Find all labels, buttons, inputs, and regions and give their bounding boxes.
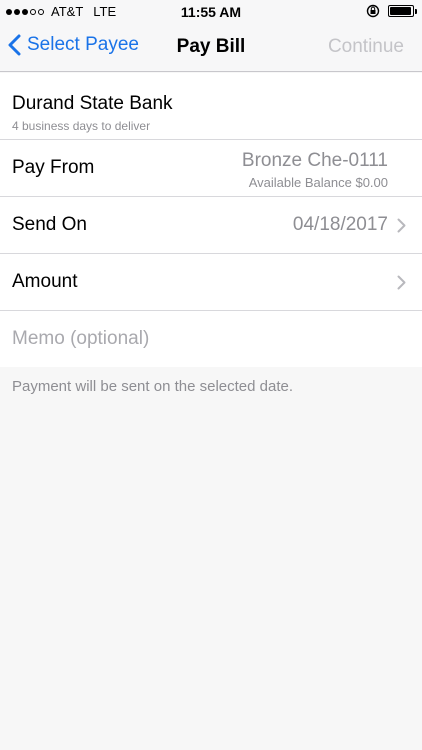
status-bar: AT&T LTE 11:55 AM bbox=[0, 0, 422, 22]
amount-row[interactable]: Amount bbox=[0, 254, 422, 311]
screen: AT&T LTE 11:55 AM Select Payee Pay Bill … bbox=[0, 0, 422, 750]
chevron-right-icon bbox=[397, 218, 406, 233]
pay-from-value: Bronze Che-0111 Available Balance $0.00 bbox=[242, 150, 388, 190]
payee-delivery-time: 4 business days to deliver bbox=[12, 119, 151, 133]
battery-icon bbox=[388, 5, 417, 17]
pay-from-label: Pay From bbox=[12, 157, 95, 178]
payment-form: Durand State Bank 4 business days to del… bbox=[0, 73, 422, 367]
send-on-row[interactable]: Send On 04/18/2017 bbox=[0, 197, 422, 254]
battery-fill bbox=[390, 7, 411, 15]
pay-from-account: Bronze Che-0111 bbox=[241, 150, 388, 171]
chevron-left-icon bbox=[8, 34, 21, 56]
send-on-date: 04/18/2017 bbox=[292, 214, 388, 235]
navigation-bar: Select Payee Pay Bill Continue bbox=[0, 22, 422, 72]
status-time: 11:55 AM bbox=[180, 4, 242, 20]
payee-row: Durand State Bank 4 business days to del… bbox=[0, 73, 422, 140]
continue-button[interactable]: Continue bbox=[328, 36, 404, 58]
available-balance: Available Balance $0.00 bbox=[248, 175, 388, 190]
payee-name: Durand State Bank bbox=[12, 93, 173, 114]
back-button-label: Select Payee bbox=[27, 34, 139, 55]
back-button[interactable]: Select Payee bbox=[8, 34, 139, 56]
amount-label: Amount bbox=[12, 271, 78, 292]
status-right bbox=[366, 4, 417, 18]
rotation-lock-icon bbox=[366, 4, 380, 18]
chevron-right-icon bbox=[397, 275, 406, 290]
pay-from-row[interactable]: Pay From Bronze Che-0111 Available Balan… bbox=[0, 140, 422, 197]
memo-row bbox=[0, 311, 422, 367]
memo-input[interactable] bbox=[12, 325, 402, 353]
send-on-label: Send On bbox=[12, 214, 87, 235]
footer-note: Payment will be sent on the selected dat… bbox=[12, 378, 294, 395]
